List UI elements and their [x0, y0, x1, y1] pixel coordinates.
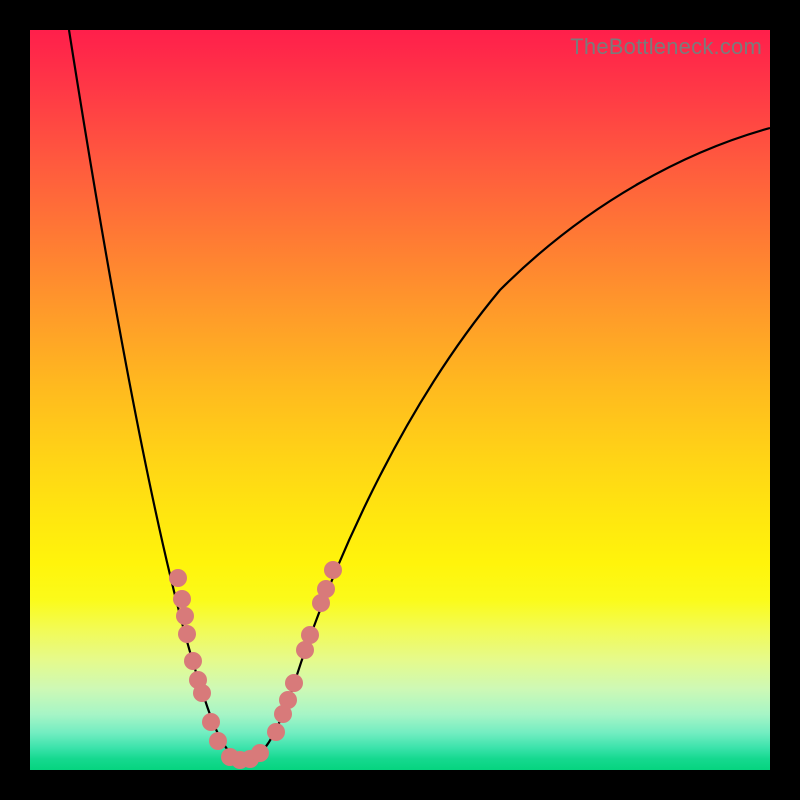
data-dot — [317, 580, 335, 598]
chart-frame: TheBottleneck.com — [0, 0, 800, 800]
data-dot — [178, 625, 196, 643]
data-dot — [285, 674, 303, 692]
bottleneck-curve — [69, 30, 770, 760]
data-dot — [251, 744, 269, 762]
data-dot — [301, 626, 319, 644]
data-dot — [324, 561, 342, 579]
data-dot — [202, 713, 220, 731]
curve-svg — [30, 30, 770, 770]
data-dot — [169, 569, 187, 587]
data-dot — [279, 691, 297, 709]
data-dot — [173, 590, 191, 608]
data-dot — [193, 684, 211, 702]
data-dot — [184, 652, 202, 670]
data-dot — [176, 607, 194, 625]
data-dot — [267, 723, 285, 741]
data-dot — [209, 732, 227, 750]
dot-layer — [169, 561, 342, 769]
plot-area: TheBottleneck.com — [30, 30, 770, 770]
